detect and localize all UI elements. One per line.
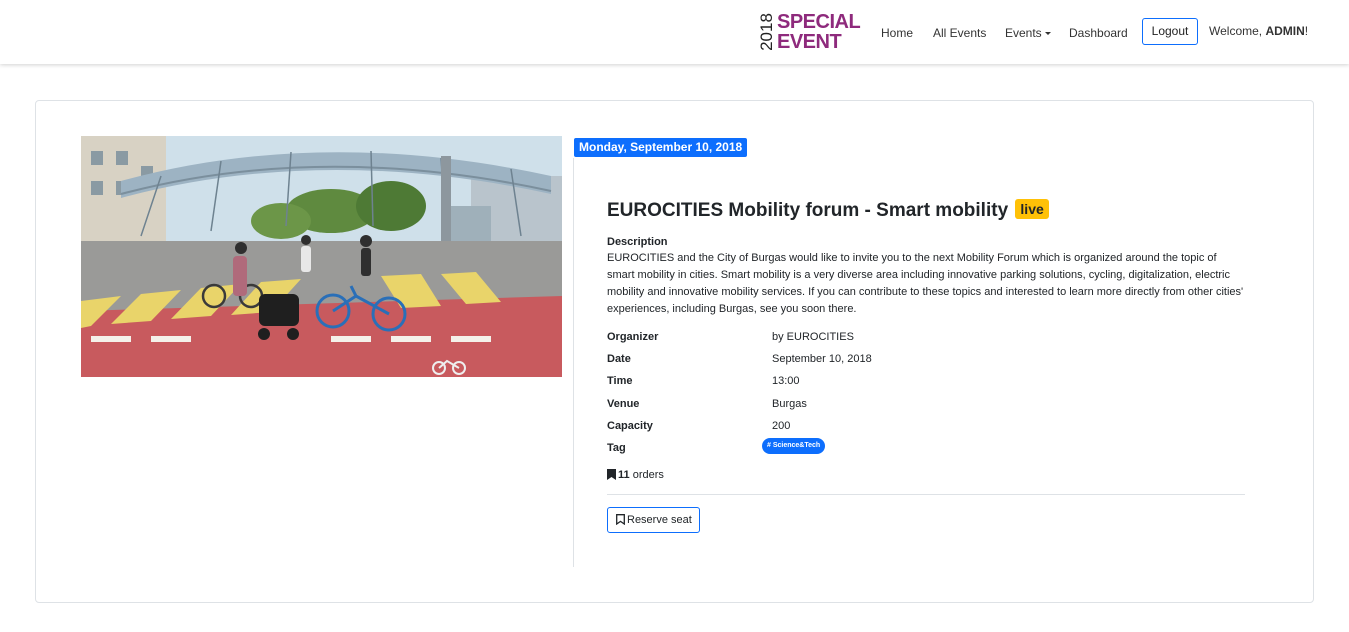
bookmark-fill-icon <box>607 469 616 480</box>
nav-events-label: Events <box>1005 26 1042 40</box>
welcome-username: ADMIN <box>1265 24 1305 38</box>
tag-label: Tag <box>607 442 626 454</box>
description-label: Description <box>607 236 668 248</box>
date-value: September 10, 2018 <box>772 353 872 365</box>
time-value: 13:00 <box>772 375 800 387</box>
brand-line-2: EVENT <box>777 31 842 53</box>
orders-suffix: orders <box>629 469 664 481</box>
brand-line-1: SPECIAL <box>777 11 861 33</box>
event-title-text: EUROCITIES Mobility forum - Smart mobili… <box>607 200 1009 221</box>
organizer-value: by EUROCITIES <box>772 331 854 343</box>
nav-all-events[interactable]: All Events <box>933 25 986 41</box>
venue-label: Venue <box>607 398 640 410</box>
logout-button[interactable]: Logout <box>1142 18 1198 45</box>
bookmark-icon <box>616 514 625 526</box>
capacity-label: Capacity <box>607 420 653 432</box>
status-badge: live <box>1015 199 1049 219</box>
welcome-suffix: ! <box>1304 24 1309 38</box>
brand-year: 2018 <box>757 13 776 51</box>
brand-logo[interactable]: 2018 SPECIAL EVENT <box>757 10 872 54</box>
nav-dashboard[interactable]: Dashboard <box>1069 25 1128 41</box>
venue-value: Burgas <box>772 398 807 410</box>
reserve-seat-label: Reserve seat <box>627 514 692 526</box>
capacity-value: 200 <box>772 420 791 432</box>
event-date-badge: Monday, September 10, 2018 <box>574 138 748 157</box>
orders-number: 11 <box>618 469 630 481</box>
column-divider <box>573 158 574 567</box>
welcome-message: Welcome, ADMIN! <box>1209 23 1308 39</box>
welcome-prefix: Welcome, <box>1209 24 1266 38</box>
nav-home[interactable]: Home <box>881 25 913 41</box>
event-title: EUROCITIES Mobility forum - Smart mobili… <box>607 199 1049 222</box>
section-divider <box>607 494 1245 495</box>
event-image <box>81 136 562 377</box>
caret-down-icon <box>1044 32 1051 35</box>
nav-events-dropdown[interactable]: Events <box>1005 25 1051 41</box>
description-text: EUROCITIES and the City of Burgas would … <box>607 252 1244 315</box>
navbar: 2018 SPECIAL EVENT Home All Events Event… <box>0 0 1349 64</box>
time-label: Time <box>607 375 633 387</box>
tag-pill[interactable]: # Science&Tech <box>762 438 826 454</box>
date-label: Date <box>607 353 631 365</box>
orders-count: 11 orders <box>607 468 664 482</box>
reserve-seat-button[interactable]: Reserve seat <box>607 507 700 533</box>
organizer-label: Organizer <box>607 331 659 343</box>
